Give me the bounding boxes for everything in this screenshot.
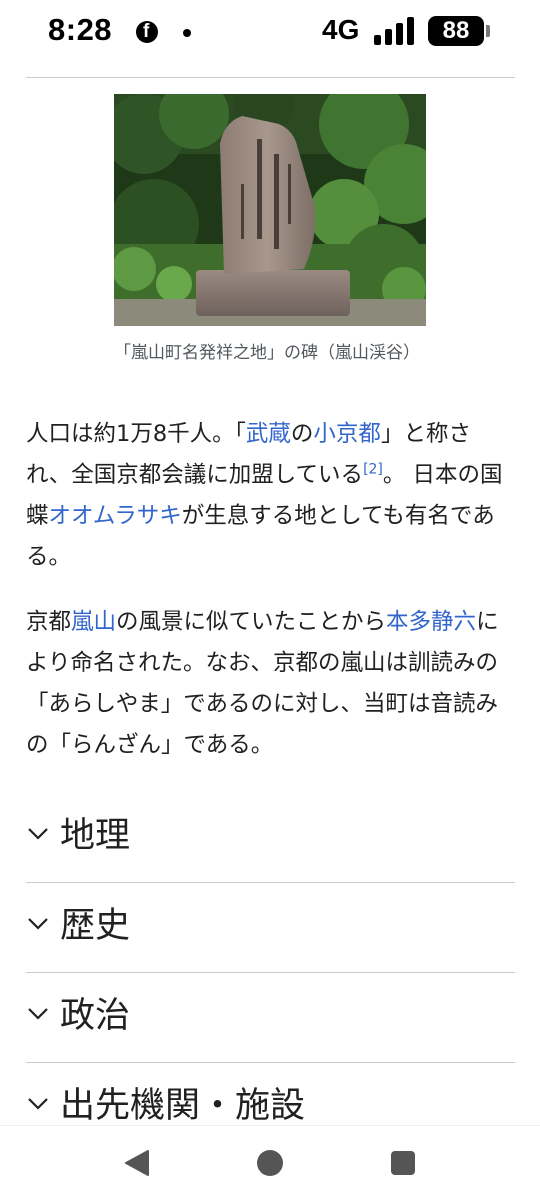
- section-history[interactable]: 歴史: [26, 884, 515, 973]
- section-politics[interactable]: 政治: [26, 974, 515, 1063]
- reference-link[interactable]: [2]: [363, 462, 383, 478]
- chevron-down-icon: [28, 828, 48, 840]
- naming-paragraph: 京都嵐山の風景に似ていたことから本多静六により命名された。なお、京都の嵐山は訓読…: [26, 602, 504, 766]
- signal-icon: [374, 17, 418, 45]
- text: の: [290, 421, 314, 447]
- figure-caption: 「嵐山町名発祥之地」の碑（嵐山渓谷）: [114, 343, 420, 363]
- battery-icon: 88: [428, 16, 484, 46]
- link-musashi[interactable]: 武蔵: [246, 421, 291, 447]
- link-honda-seiroku[interactable]: 本多静六: [386, 609, 476, 635]
- link-kokyoto[interactable]: 小京都: [313, 421, 381, 447]
- section-title: 地理: [60, 816, 131, 856]
- home-icon[interactable]: [257, 1150, 283, 1176]
- chevron-down-icon: [28, 918, 48, 930]
- system-nav-bar: [0, 1125, 540, 1201]
- link-omurasaki[interactable]: オオムラサキ: [49, 503, 182, 529]
- section-geography[interactable]: 地理: [26, 794, 515, 883]
- section-title: 歴史: [60, 906, 131, 946]
- recents-icon[interactable]: [391, 1151, 415, 1175]
- section-title: 出先機関・施設: [60, 1086, 306, 1126]
- back-icon[interactable]: [124, 1149, 150, 1177]
- text: 人口は約1万8千人。「: [26, 421, 246, 447]
- link-arashiyama[interactable]: 嵐山: [71, 609, 116, 635]
- notification-dot-icon: [183, 29, 191, 37]
- chevron-down-icon: [28, 1098, 48, 1110]
- divider: [26, 77, 515, 78]
- clock: 8:28: [48, 12, 113, 47]
- battery-level: 88: [442, 17, 470, 44]
- text: の風景に似ていたことから: [116, 609, 387, 635]
- network-type: 4G: [322, 14, 360, 45]
- facebook-icon: f: [136, 21, 158, 43]
- chevron-down-icon: [28, 1008, 48, 1020]
- stone-monument-photo[interactable]: [114, 94, 426, 326]
- status-bar: 8:28 f 4G 88: [0, 0, 540, 64]
- intro-paragraph: 人口は約1万8千人。「武蔵の小京都」と称され、全国京都会議に加盟している[2]。…: [26, 414, 504, 578]
- text: 京都: [26, 609, 72, 635]
- section-title: 政治: [60, 996, 131, 1036]
- battery-cap: [486, 25, 490, 37]
